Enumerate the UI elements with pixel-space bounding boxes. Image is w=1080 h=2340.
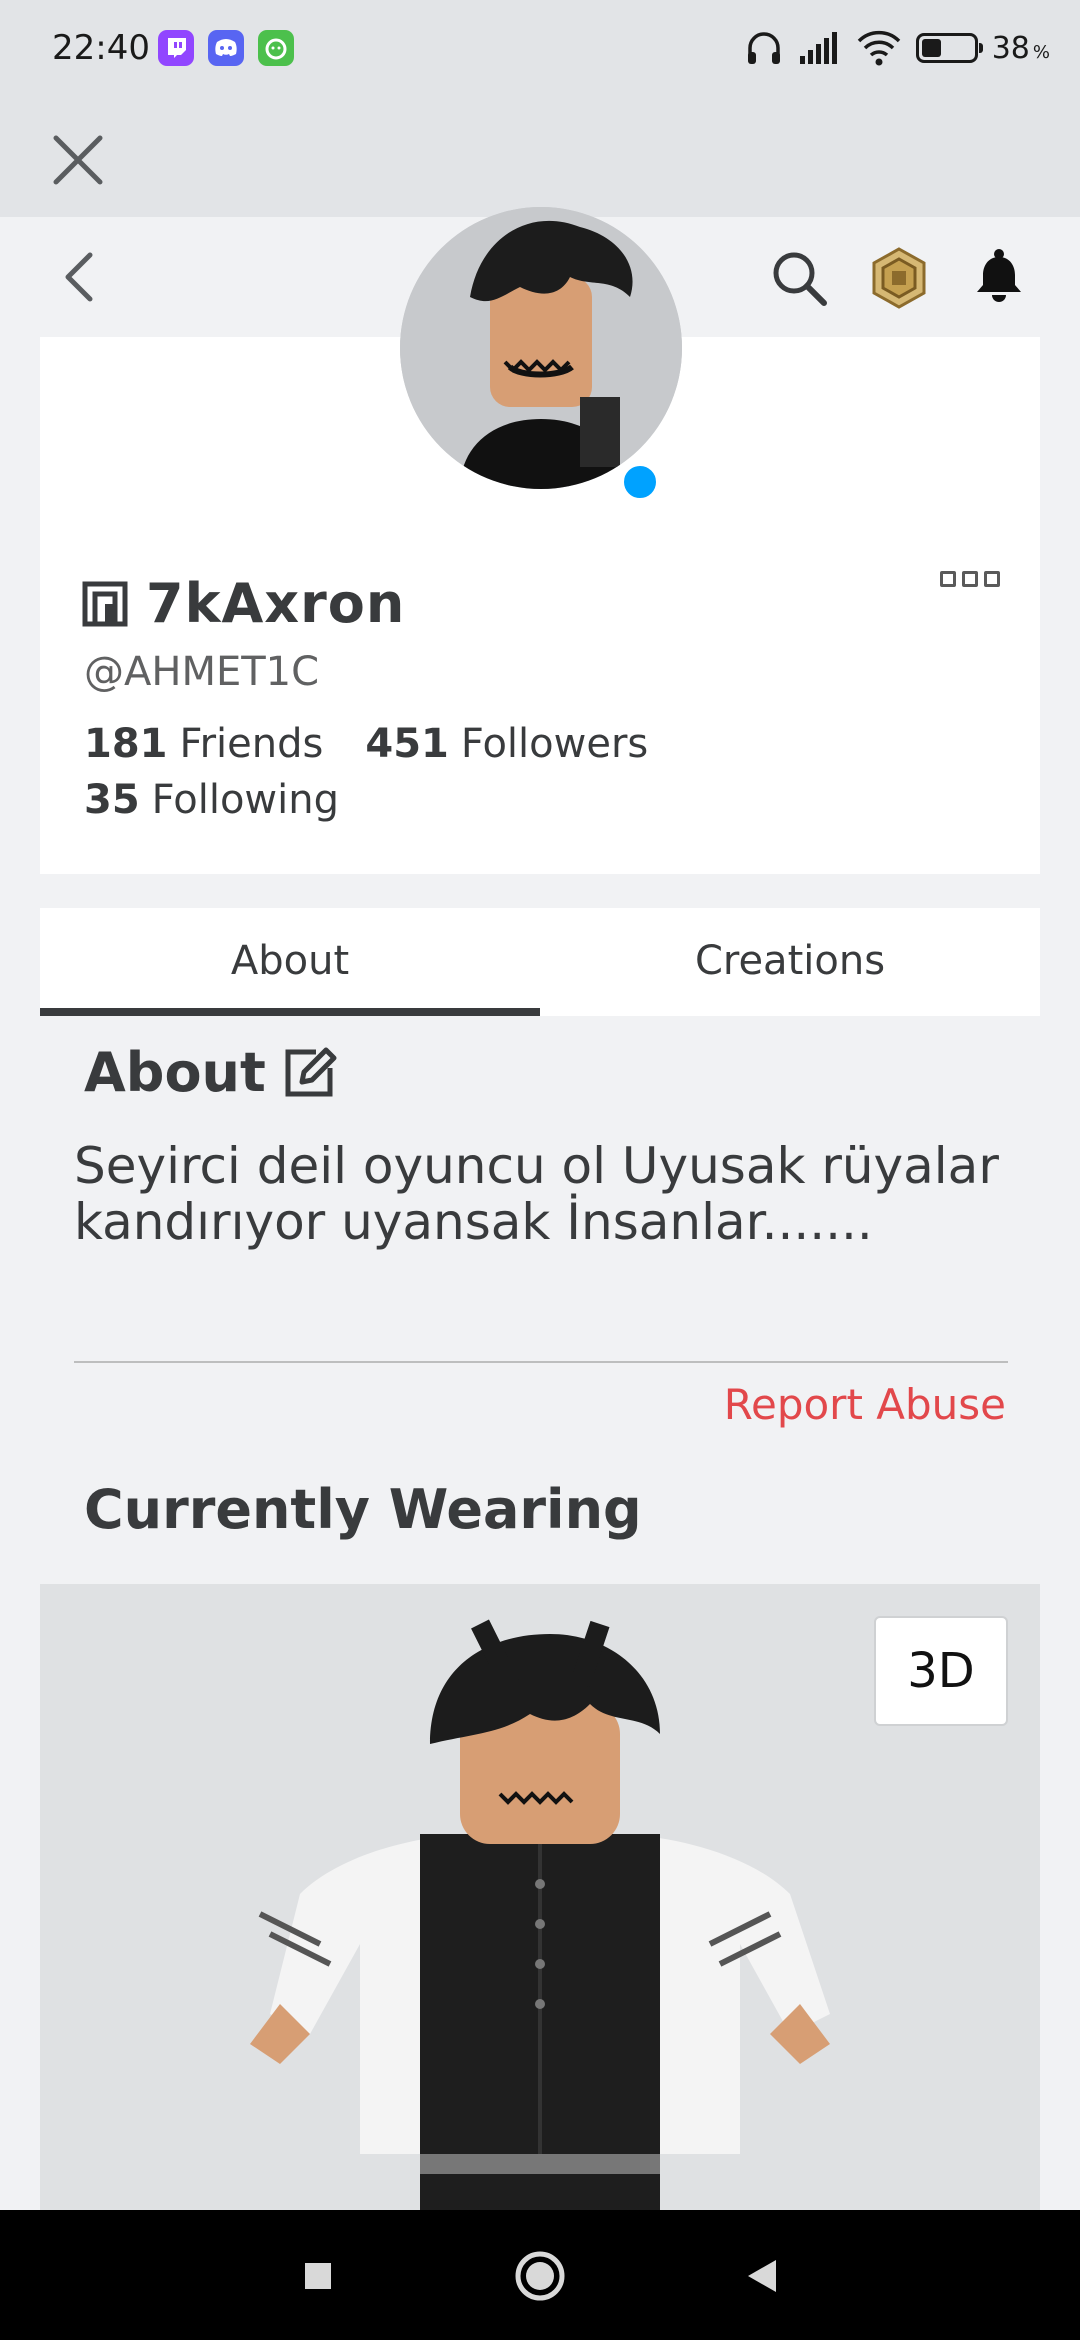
report-abuse-link[interactable]: Report Abuse [724,1380,1006,1429]
followers-link[interactable]: 451 Followers [365,721,648,767]
premium-icon [82,581,128,626]
status-bar: 22:40 38% [0,0,1080,100]
battery-icon [915,33,983,63]
close-icon[interactable] [48,130,108,190]
bell-icon[interactable] [966,245,1032,311]
about-header: About [84,1040,342,1104]
status-icons: 38% [744,26,1050,70]
robux-icon[interactable] [866,245,932,311]
more-options-button[interactable] [940,571,1000,587]
online-status-indicator [620,462,660,502]
avatar-3d-viewer[interactable]: 3D [40,1584,1040,2244]
green-app-icon [258,30,294,66]
search-icon[interactable] [766,245,832,311]
tab-about[interactable]: About [40,908,540,1016]
clock: 22:40 [52,28,150,68]
about-heading: About [84,1040,266,1104]
signal-icon [799,32,837,64]
display-name: 7kAxron [146,572,406,635]
profile-header-card: 7kAxron @AHMET1C 181 Friends 451 Followers… [40,207,1040,874]
avatar-figure [250,1619,830,2244]
following-link[interactable]: 35 Following [84,777,339,823]
friends-link[interactable]: 181 Friends [84,721,323,767]
wifi-icon [857,30,900,66]
divider [74,1361,1008,1363]
battery-percent: 38% [991,30,1050,66]
twitch-icon [158,30,194,66]
display-name-row: 7kAxron [82,572,405,635]
system-navigation-bar [0,2210,1080,2340]
tab-creations[interactable]: Creations [540,908,1040,1016]
avatar[interactable] [400,207,682,489]
edit-icon[interactable] [278,1040,342,1104]
discord-icon [208,30,244,66]
webview-close-bar [0,100,1080,217]
about-description: Seyirci deil oyuncu ol Uyusak rüyalar ka… [74,1137,999,1251]
currently-wearing-heading: Currently Wearing [84,1478,642,1541]
headphones-icon [747,32,780,64]
profile-tabs: About Creations [40,908,1040,1016]
back-triangle-icon[interactable] [732,2246,792,2306]
social-stats: 181 Friends 451 Followers [84,721,648,767]
home-circle-icon[interactable] [510,2246,570,2306]
recents-square-icon[interactable] [288,2246,348,2306]
username: @AHMET1C [84,649,320,695]
